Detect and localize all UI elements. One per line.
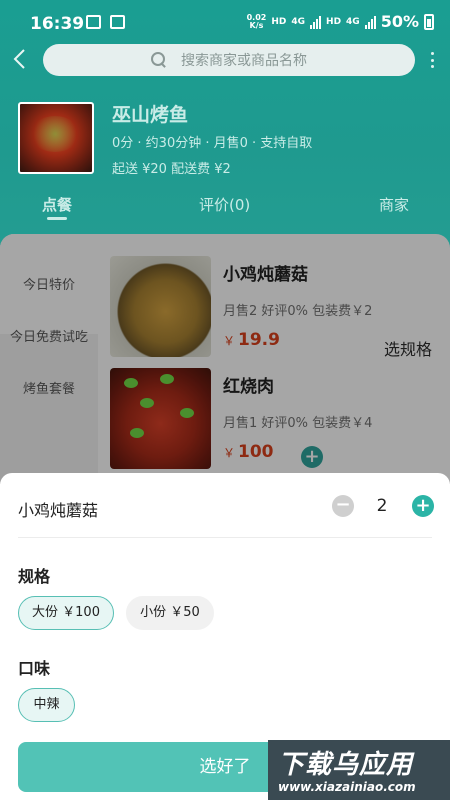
spec-option-small[interactable]: 小份 ￥50 <box>126 596 214 630</box>
select-spec-button[interactable]: 选规格 <box>384 336 432 360</box>
tab-reviews[interactable]: 评价(0) <box>199 194 250 215</box>
spec-option-large[interactable]: 大份 ￥100 <box>18 596 114 630</box>
watermark-url: www.xiazainiao.com <box>278 780 416 794</box>
back-button[interactable] <box>12 48 34 72</box>
store-tabs: 点餐 评价(0) 商家 <box>0 188 450 228</box>
quantity-value: 2 <box>376 496 388 516</box>
dish-image <box>110 368 211 469</box>
hd-label: HD <box>271 16 287 27</box>
category-sidebar: 今日特价 今日免费试吃 烤鱼套餐 <box>0 234 98 484</box>
dish-image <box>110 256 211 357</box>
watermark-main: 下载乌应用 <box>278 750 414 780</box>
category-item[interactable]: 今日免费试吃 <box>0 326 98 345</box>
store-logo <box>18 102 94 174</box>
dish-price: ￥ 19.9 <box>223 330 280 350</box>
status-indicators: 0.02 K/s HD 4G HD 4G 50% <box>247 12 434 31</box>
store-fee: 起送 ¥20 配送费 ¥2 <box>112 162 231 177</box>
network-type-2: 4G <box>346 16 360 27</box>
dish-name: 红烧肉 <box>223 377 274 397</box>
status-time: 16:39 <box>30 14 85 34</box>
dish-item[interactable]: 红烧肉 月售1 好评0% 包装费￥4 ￥ 100 <box>110 368 450 473</box>
search-icon <box>151 52 167 68</box>
tab-merchant[interactable]: 商家 <box>379 194 409 215</box>
taste-option-medium-spicy[interactable]: 中辣 <box>18 688 75 722</box>
add-to-cart-button[interactable]: + <box>301 446 323 468</box>
network-type: 4G <box>291 16 306 27</box>
search-placeholder: 搜索商家或商品名称 <box>181 53 307 69</box>
taste-section-label: 口味 <box>18 659 51 678</box>
category-item[interactable]: 今日特价 <box>0 234 98 334</box>
gallery-icon <box>86 15 101 29</box>
status-bar: 16:39 0.02 K/s HD 4G HD 4G 50% <box>0 0 450 44</box>
increase-quantity-button[interactable]: + <box>412 495 434 517</box>
notification-icon <box>110 15 125 29</box>
more-menu-button[interactable] <box>431 52 435 68</box>
signal-icon-2 <box>364 15 376 29</box>
battery-percent: 50% <box>380 12 419 31</box>
category-item[interactable]: 烤鱼套餐 <box>0 378 98 397</box>
menu-panel: 今日特价 今日免费试吃 烤鱼套餐 小鸡炖蘑菇 月售2 好评0% 包装费￥2 ￥ 1… <box>0 234 450 484</box>
dish-price: ￥ 100 <box>223 442 274 462</box>
tab-order[interactable]: 点餐 <box>42 194 72 215</box>
decrease-quantity-button[interactable]: − <box>332 495 354 517</box>
watermark-logo: 下载乌应用 www.xiazainiao.com <box>268 740 450 800</box>
signal-icon <box>310 15 322 29</box>
hd-label-2: HD <box>326 16 342 27</box>
dish-stats: 月售1 好评0% 包装费￥4 <box>223 416 373 431</box>
search-input[interactable]: 搜索商家或商品名称 <box>43 44 415 76</box>
divider <box>18 537 432 538</box>
spec-section-label: 规格 <box>18 567 51 586</box>
battery-icon <box>424 13 434 30</box>
net-speed: 0.02 K/s <box>246 12 267 30</box>
chevron-left-icon <box>13 49 25 69</box>
dish-stats: 月售2 好评0% 包装费￥2 <box>223 304 373 319</box>
store-meta: 0分 · 约30分钟 · 月售0 · 支持自取 <box>112 136 313 151</box>
store-header: 16:39 0.02 K/s HD 4G HD 4G 50% 搜索商家或商品名称… <box>0 0 450 250</box>
store-name: 巫山烤鱼 <box>112 104 189 126</box>
sheet-title: 小鸡炖蘑菇 <box>18 501 99 520</box>
dish-item[interactable]: 小鸡炖蘑菇 月售2 好评0% 包装费￥2 ￥ 19.9 选规格 <box>110 256 450 361</box>
tab-active-indicator <box>47 217 67 220</box>
dish-name: 小鸡炖蘑菇 <box>223 265 308 285</box>
